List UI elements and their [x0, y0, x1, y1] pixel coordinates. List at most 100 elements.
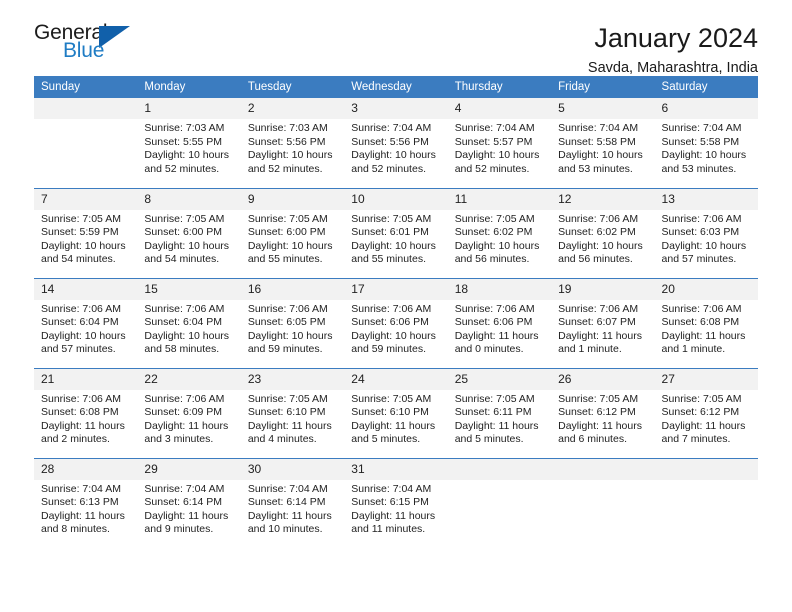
day-detail-daylight-line2: and 0 minutes. — [454, 343, 524, 356]
weekday-header-tuesday: Tuesday — [240, 76, 345, 98]
calendar-day-cell[interactable]: 16 Sunrise: 7:06 AM Sunset: 6:05 PM Dayligh… — [240, 277, 345, 368]
calendar-day-cell[interactable]: 23 Sunrise: 7:05 AM Sunset: 6:10 PM Dayligh… — [240, 367, 345, 458]
day-detail-daylight-line1: Daylight: 11 hours — [558, 419, 642, 432]
calendar-day-cell[interactable]: 5 Sunrise: 7:04 AM Sunset: 5:58 PM Daylight… — [551, 98, 655, 188]
day-details: Sunrise: 7:06 AM Sunset: 6:06 PM Daylight:… — [448, 300, 551, 357]
day-number: 22 — [137, 368, 241, 390]
calendar-day-cell[interactable]: 12 Sunrise: 7:06 AM Sunset: 6:02 PM Dayligh… — [551, 187, 655, 278]
day-detail-daylight-line1: Daylight: 10 hours — [41, 329, 126, 342]
day-detail-sunrise: Sunrise: 7:03 AM — [247, 122, 328, 134]
day-detail-daylight-line1: Daylight: 10 hours — [454, 239, 540, 252]
day-detail-sunset: Sunset: 5:56 PM — [351, 135, 429, 148]
day-number: 25 — [447, 368, 552, 390]
day-detail-daylight-line2: and 11 minutes. — [351, 523, 426, 536]
calendar-day-cell[interactable]: 7 Sunrise: 7:05 AM Sunset: 5:59 PM Daylight… — [34, 187, 138, 278]
calendar-day-cell[interactable]: 18 Sunrise: 7:06 AM Sunset: 6:06 PM Dayligh… — [447, 277, 552, 368]
day-detail-sunrise: Sunrise: 7:05 AM — [351, 212, 432, 225]
calendar-day-cell[interactable]: 28 Sunrise: 7:04 AM Sunset: 6:13 PM Dayligh… — [34, 457, 138, 548]
day-detail-sunrise: Sunrise: 7:05 AM — [454, 392, 535, 405]
day-detail-sunset: Sunset: 6:02 PM — [558, 226, 636, 239]
calendar-day-cell[interactable]: 2 Sunrise: 7:03 AM Sunset: 5:56 PM Daylight… — [240, 98, 345, 188]
day-detail-sunrise: Sunrise: 7:05 AM — [351, 392, 432, 405]
calendar-day-cell[interactable]: 30 Sunrise: 7:04 AM Sunset: 6:14 PM Dayligh… — [240, 457, 345, 548]
calendar-day-cell[interactable]: 19 Sunrise: 7:06 AM Sunset: 6:07 PM Dayligh… — [551, 277, 655, 368]
day-details: Sunrise: 7:04 AM Sunset: 6:13 PM Daylight:… — [34, 480, 137, 537]
calendar-day-cell[interactable]: 27 Sunrise: 7:05 AM Sunset: 6:12 PM Dayligh… — [654, 367, 758, 458]
day-number: 23 — [240, 368, 345, 390]
day-detail-sunset: Sunset: 6:06 PM — [454, 316, 533, 329]
day-details: Sunrise: 7:03 AM Sunset: 5:55 PM Daylight:… — [137, 119, 240, 176]
calendar-day-cell[interactable]: 14 Sunrise: 7:06 AM Sunset: 6:04 PM Dayligh… — [34, 277, 138, 368]
calendar-day-cell[interactable]: 13 Sunrise: 7:06 AM Sunset: 6:03 PM Dayligh… — [654, 187, 758, 278]
day-detail-sunrise: Sunrise: 7:04 AM — [351, 122, 432, 134]
day-number: 11 — [447, 188, 552, 210]
day-number: 19 — [551, 278, 655, 300]
calendar-day-cell[interactable]: 8 Sunrise: 7:05 AM Sunset: 6:00 PM Daylight… — [137, 187, 241, 278]
day-details: Sunrise: 7:06 AM Sunset: 6:08 PM Daylight:… — [34, 390, 137, 447]
calendar-day-cell[interactable]: 9 Sunrise: 7:05 AM Sunset: 6:00 PM Daylight… — [240, 187, 345, 278]
day-details: Sunrise: 7:05 AM Sunset: 6:11 PM Daylight:… — [448, 390, 551, 447]
day-detail-sunrise: Sunrise: 7:06 AM — [558, 302, 639, 315]
calendar-day-cell[interactable]: 25 Sunrise: 7:05 AM Sunset: 6:11 PM Dayligh… — [447, 367, 552, 458]
calendar-day-cell[interactable]: 11 Sunrise: 7:05 AM Sunset: 6:02 PM Dayligh… — [447, 187, 552, 278]
calendar-page: General Blue January 2024 Savda, Maharas… — [0, 0, 792, 612]
day-detail-sunset: Sunset: 6:00 PM — [247, 226, 326, 239]
day-number: 9 — [240, 188, 345, 210]
calendar-grid: Sunday Monday Tuesday Wednesday Thursday… — [34, 76, 758, 548]
calendar-day-cell-empty — [34, 98, 138, 188]
day-detail-daylight-line2: and 5 minutes. — [454, 433, 524, 446]
day-detail-sunset: Sunset: 6:08 PM — [41, 406, 119, 419]
location-subtitle: Savda, Maharashtra, India — [587, 60, 758, 76]
day-detail-sunset: Sunset: 6:03 PM — [661, 226, 740, 239]
day-number: 1 — [137, 98, 241, 119]
day-number: 27 — [654, 368, 758, 390]
day-detail-daylight-line1: Daylight: 10 hours — [247, 149, 333, 162]
day-detail-daylight-line1: Daylight: 11 hours — [247, 419, 332, 432]
calendar-day-cell[interactable]: 17 Sunrise: 7:06 AM Sunset: 6:06 PM Dayligh… — [344, 277, 448, 368]
calendar-day-cell[interactable]: 3 Sunrise: 7:04 AM Sunset: 5:56 PM Daylight… — [344, 98, 448, 188]
calendar-day-cell[interactable]: 1 Sunrise: 7:03 AM Sunset: 5:55 PM Daylight… — [137, 98, 241, 188]
calendar-day-cell[interactable]: 29 Sunrise: 7:04 AM Sunset: 6:14 PM Dayligh… — [137, 457, 241, 548]
logo-text-blue: Blue — [63, 39, 105, 62]
day-detail-daylight-line1: Daylight: 10 hours — [144, 329, 230, 342]
day-detail-sunrise: Sunrise: 7:06 AM — [351, 302, 432, 315]
page-title: January 2024 — [594, 23, 758, 53]
day-detail-sunset: Sunset: 6:10 PM — [351, 406, 429, 419]
day-detail-daylight-line1: Daylight: 10 hours — [454, 149, 540, 162]
day-detail-sunset: Sunset: 6:01 PM — [351, 226, 429, 239]
day-details: Sunrise: 7:05 AM Sunset: 6:02 PM Daylight:… — [448, 210, 551, 267]
day-detail-sunrise: Sunrise: 7:04 AM — [247, 482, 328, 495]
day-detail-daylight-line2: and 52 minutes. — [454, 162, 530, 175]
calendar-day-cell[interactable]: 6 Sunrise: 7:04 AM Sunset: 5:58 PM Daylight… — [654, 98, 758, 188]
calendar-day-cell[interactable]: 15 Sunrise: 7:06 AM Sunset: 6:04 PM Dayligh… — [137, 277, 241, 368]
day-detail-daylight-line1: Daylight: 10 hours — [351, 149, 436, 162]
day-number: 6 — [654, 98, 758, 119]
weekday-header-wednesday: Wednesday — [344, 76, 448, 98]
day-detail-sunrise: Sunrise: 7:05 AM — [661, 392, 742, 405]
calendar-day-cell[interactable]: 20 Sunrise: 7:06 AM Sunset: 6:08 PM Dayligh… — [654, 277, 758, 368]
day-detail-daylight-line2: and 54 minutes. — [144, 253, 220, 266]
calendar-day-cell[interactable]: 4 Sunrise: 7:04 AM Sunset: 5:57 PM Daylight… — [447, 98, 552, 188]
calendar-week-row: 1 Sunrise: 7:03 AM Sunset: 5:55 PM Daylight… — [34, 98, 758, 188]
calendar-day-cell[interactable]: 31 Sunrise: 7:04 AM Sunset: 6:15 PM Dayligh… — [344, 457, 448, 548]
calendar-day-cell[interactable]: 10 Sunrise: 7:05 AM Sunset: 6:01 PM Dayligh… — [344, 187, 448, 278]
day-detail-daylight-line2: and 3 minutes. — [144, 433, 214, 446]
calendar-day-cell[interactable]: 22 Sunrise: 7:06 AM Sunset: 6:09 PM Dayligh… — [137, 367, 241, 458]
day-details — [448, 480, 551, 483]
weekday-header-sunday: Sunday — [34, 76, 138, 98]
day-detail-sunset: Sunset: 5:59 PM — [41, 226, 119, 239]
day-number: 2 — [240, 98, 345, 119]
day-detail-sunrise: Sunrise: 7:05 AM — [247, 212, 328, 225]
day-detail-daylight-line2: and 5 minutes. — [351, 433, 421, 446]
day-detail-sunset: Sunset: 6:04 PM — [41, 316, 119, 329]
day-detail-sunset: Sunset: 5:56 PM — [247, 135, 326, 148]
calendar-day-cell[interactable]: 24 Sunrise: 7:05 AM Sunset: 6:10 PM Dayligh… — [344, 367, 448, 458]
general-blue-logo[interactable]: General Blue — [34, 22, 146, 68]
calendar-day-cell[interactable]: 21 Sunrise: 7:06 AM Sunset: 6:08 PM Dayligh… — [34, 367, 138, 458]
calendar-day-cell[interactable]: 26 Sunrise: 7:05 AM Sunset: 6:12 PM Dayligh… — [551, 367, 655, 458]
day-detail-sunrise: Sunrise: 7:05 AM — [454, 212, 535, 225]
day-detail-daylight-line1: Daylight: 10 hours — [41, 239, 126, 252]
day-number: 24 — [344, 368, 448, 390]
day-detail-daylight-line2: and 56 minutes. — [454, 253, 530, 266]
day-details — [655, 480, 758, 483]
